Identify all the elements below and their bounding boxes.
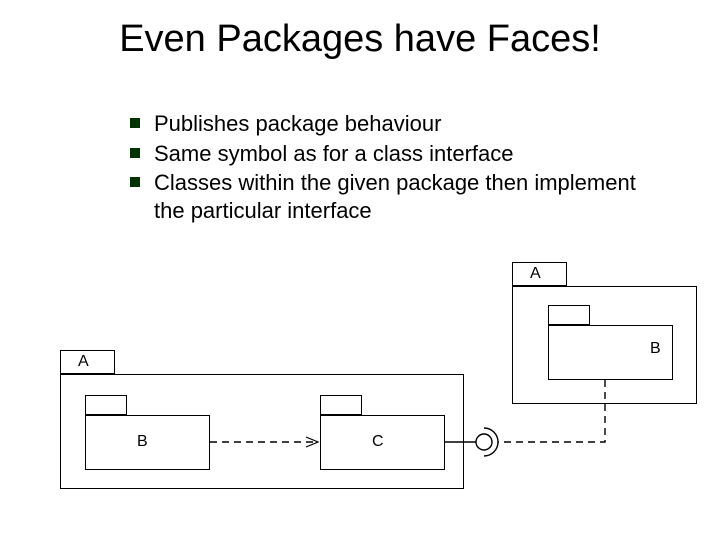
required-interface-socket-icon [484,428,498,456]
slide: Even Packages have Faces! Publishes pack… [0,0,720,540]
left-inner-package-b-tab [85,395,127,415]
provided-interface-lollipop-icon [476,434,492,450]
right-inner-package-b-tab [548,305,590,325]
left-inner-package-c-label: C [372,433,384,451]
left-inner-package-c-tab [320,395,362,415]
uml-diagram: A B C A B [0,0,720,540]
right-package-outer-label: A [530,265,541,283]
right-inner-package-b-label: B [650,340,661,358]
left-package-outer-label: A [78,353,89,371]
left-inner-package-b-label: B [137,433,148,451]
